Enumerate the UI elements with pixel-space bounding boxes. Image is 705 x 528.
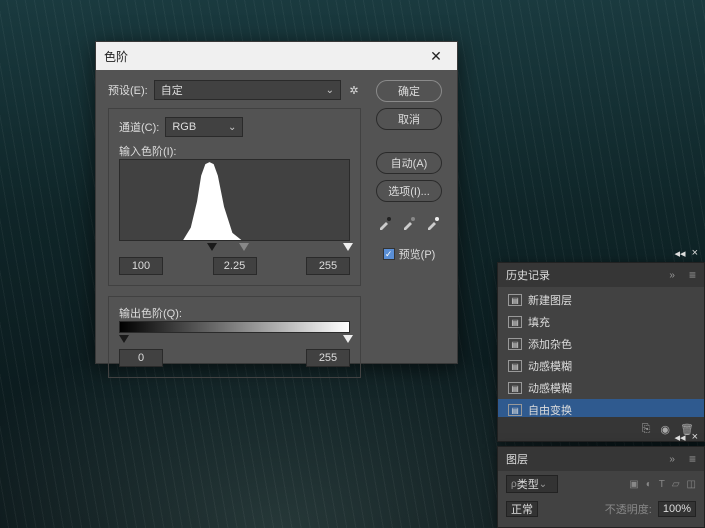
new-doc-icon[interactable]: ⎘	[642, 423, 651, 436]
state-icon: ▤	[508, 360, 522, 372]
preset-select[interactable]: 自定	[154, 80, 341, 100]
input-mid-field[interactable]: 2.25	[213, 257, 257, 275]
state-icon: ▤	[508, 294, 522, 306]
preview-label: 预览(P)	[399, 246, 436, 262]
options-button[interactable]: 选项(I)...	[376, 180, 442, 202]
gear-icon[interactable]: ✲	[347, 83, 361, 97]
layers-tab[interactable]: 图层	[506, 451, 528, 467]
preset-label: 预设(E):	[108, 82, 148, 98]
eyedropper-white-icon[interactable]	[424, 214, 442, 232]
history-item[interactable]: ▤填充	[498, 311, 704, 333]
state-icon: ▤	[508, 316, 522, 328]
blend-mode-select[interactable]: 正常	[506, 501, 538, 517]
camera-icon[interactable]: ◉	[660, 423, 670, 436]
levels-dialog: 色阶 ✕ 预设(E): 自定 ✲ 通道(C): RGB 输入色阶(I):	[95, 41, 458, 364]
output-black-field[interactable]: 0	[119, 349, 163, 367]
eyedropper-gray-icon[interactable]	[400, 214, 418, 232]
input-levels-group: 通道(C): RGB 输入色阶(I): 100 2.25 2	[108, 108, 361, 286]
panel-collapse-icon[interactable]: ◂◂	[675, 431, 686, 444]
opacity-label: 不透明度:	[605, 501, 652, 517]
histogram	[119, 159, 350, 241]
titlebar[interactable]: 色阶 ✕	[96, 42, 457, 70]
input-black-field[interactable]: 100	[119, 257, 163, 275]
cancel-button[interactable]: 取消	[376, 108, 442, 130]
layers-panel: ◂◂× 图层 » ≡ ρ 类型 ⌄ ▣ ◐ T ▱ ◫ 正常 不透明度: 100…	[497, 446, 705, 528]
close-button[interactable]: ✕	[423, 46, 449, 66]
history-item[interactable]: ▤添加杂色	[498, 333, 704, 355]
menu-icon[interactable]: ≡	[689, 452, 696, 466]
output-white-field[interactable]: 255	[306, 349, 350, 367]
output-levels-label: 输出色阶(Q):	[119, 308, 182, 320]
channel-select[interactable]: RGB	[165, 117, 243, 137]
state-icon: ▤	[508, 404, 522, 416]
panel-close-icon[interactable]: ×	[692, 431, 698, 444]
filter-shape-icon[interactable]: ▱	[672, 479, 680, 490]
filter-image-icon[interactable]: ▣	[629, 479, 638, 490]
history-list: ▤新建图层 ▤填充 ▤添加杂色 ▤动感模糊 ▤动感模糊 ▤自由变换	[498, 287, 704, 423]
opacity-field[interactable]: 100%	[658, 501, 696, 517]
filter-adjust-icon[interactable]: ◐	[646, 479, 652, 490]
filter-text-icon[interactable]: T	[659, 479, 665, 490]
history-tab[interactable]: 历史记录	[506, 267, 550, 283]
eyedropper-black-icon[interactable]	[376, 214, 394, 232]
panel-close-icon[interactable]: ×	[692, 247, 698, 260]
history-item[interactable]: ▤动感模糊	[498, 355, 704, 377]
history-panel: ◂◂ × 历史记录 » ≡ ▤新建图层 ▤填充 ▤添加杂色 ▤动感模糊 ▤动感模糊…	[497, 262, 705, 442]
history-item[interactable]: ▤动感模糊	[498, 377, 704, 399]
ok-button[interactable]: 确定	[376, 80, 442, 102]
menu-icon[interactable]: ≡	[689, 268, 696, 282]
filter-smart-icon[interactable]: ◫	[687, 479, 696, 490]
chevron-icon[interactable]: »	[669, 270, 675, 281]
panel-collapse-icon[interactable]: ◂◂	[675, 247, 686, 260]
input-levels-label: 输入色阶(I):	[119, 146, 176, 158]
layer-filter-select[interactable]: ρ 类型 ⌄	[506, 475, 558, 493]
auto-button[interactable]: 自动(A)	[376, 152, 442, 174]
preview-checkbox[interactable]: ✓	[383, 248, 395, 260]
dialog-title: 色阶	[104, 48, 128, 65]
input-white-field[interactable]: 255	[306, 257, 350, 275]
history-item[interactable]: ▤新建图层	[498, 289, 704, 311]
input-slider[interactable]	[119, 243, 350, 253]
output-levels-group: 输出色阶(Q): 0 255	[108, 296, 361, 378]
channel-label: 通道(C):	[119, 119, 159, 135]
output-gradient	[119, 321, 350, 333]
output-slider[interactable]	[119, 335, 350, 345]
state-icon: ▤	[508, 338, 522, 350]
state-icon: ▤	[508, 382, 522, 394]
chevron-icon[interactable]: »	[669, 454, 675, 465]
